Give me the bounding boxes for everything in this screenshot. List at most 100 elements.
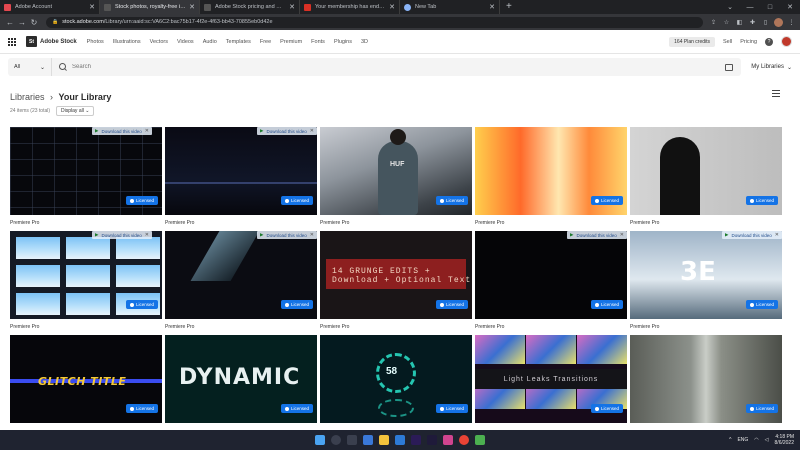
- app-icon[interactable]: [475, 435, 485, 445]
- language-indicator[interactable]: ENG: [737, 437, 748, 443]
- nav-3d[interactable]: 3D: [361, 39, 368, 45]
- search-icon[interactable]: [331, 435, 341, 445]
- download-bar[interactable]: ▶ Download this video ✕: [722, 231, 782, 239]
- nav-plugins[interactable]: Plugins: [334, 39, 352, 45]
- close-window-icon[interactable]: ✕: [780, 3, 800, 11]
- close-tab-icon[interactable]: ✕: [189, 3, 195, 11]
- maximize-icon[interactable]: □: [760, 4, 780, 11]
- chrome-icon[interactable]: [459, 435, 469, 445]
- licensed-badge[interactable]: Licensed: [435, 404, 468, 413]
- licensed-badge[interactable]: Licensed: [590, 404, 623, 413]
- licensed-badge[interactable]: Licensed: [590, 300, 623, 309]
- asset-card[interactable]: ▶ Download this video ✕ Licensed Premiere …: [475, 231, 627, 332]
- extension-icon[interactable]: ◧: [735, 19, 744, 26]
- close-tab-icon[interactable]: ✕: [489, 3, 495, 11]
- profile-avatar[interactable]: [774, 17, 783, 27]
- breadcrumb-libraries[interactable]: Libraries: [10, 92, 45, 102]
- browser-tab-stock-photos[interactable]: Stock photos, royalty-free images ✕: [100, 0, 200, 14]
- nav-videos[interactable]: Videos: [177, 39, 194, 45]
- after-effects-icon[interactable]: [427, 435, 437, 445]
- sidebar-icon[interactable]: ▯: [761, 19, 770, 26]
- asset-thumbnail[interactable]: Licensed: [630, 335, 782, 423]
- asset-card[interactable]: Light Leaks Transitions Licensed: [475, 335, 627, 423]
- app-icon[interactable]: [443, 435, 453, 445]
- download-bar[interactable]: ▶ Download this video ✕: [257, 127, 317, 135]
- asset-thumbnail[interactable]: ▶ Download this video ✕ Licensed: [475, 231, 627, 319]
- close-tab-icon[interactable]: ✕: [289, 3, 295, 11]
- store-icon[interactable]: [395, 435, 405, 445]
- camera-icon[interactable]: [725, 63, 734, 71]
- download-bar[interactable]: ▶ Download this video ✕: [92, 231, 152, 239]
- asset-card[interactable]: ▶ Download this video ✕ Licensed Premiere …: [165, 231, 317, 332]
- asset-card[interactable]: 58 Licensed: [320, 335, 472, 423]
- browser-tab-adobe-account[interactable]: Adobe Account ✕: [0, 0, 100, 14]
- download-bar[interactable]: ▶ Download this video ✕: [567, 231, 627, 239]
- browser-tab-gmail[interactable]: Your membership has ended - b ✕: [300, 0, 400, 14]
- volume-icon[interactable]: ◁: [765, 437, 769, 443]
- forward-arrow-icon[interactable]: →: [16, 18, 28, 27]
- nav-premium[interactable]: Premium: [280, 39, 302, 45]
- chevron-down-icon[interactable]: ⌄: [720, 3, 740, 11]
- premiere-icon[interactable]: [411, 435, 421, 445]
- asset-thumbnail[interactable]: 14 GRUNGE EDITS + Download + Optional Te…: [320, 231, 472, 319]
- licensed-badge[interactable]: Licensed: [435, 196, 468, 205]
- minimize-icon[interactable]: —: [740, 4, 760, 11]
- file-explorer-icon[interactable]: [379, 435, 389, 445]
- licensed-badge[interactable]: Licensed: [590, 196, 623, 205]
- kebab-menu-icon[interactable]: ⋮: [787, 19, 796, 26]
- nav-free[interactable]: Free: [260, 39, 271, 45]
- windows-start-icon[interactable]: [315, 435, 325, 445]
- search-scope-dropdown[interactable]: All ⌄: [8, 58, 52, 76]
- nav-templates[interactable]: Templates: [226, 39, 251, 45]
- asset-thumbnail[interactable]: Light Leaks Transitions Licensed: [475, 335, 627, 423]
- nav-fonts[interactable]: Fonts: [311, 39, 325, 45]
- nav-vectors[interactable]: Vectors: [150, 39, 168, 45]
- asset-card[interactable]: GLITCH TITLE Licensed: [10, 335, 162, 423]
- licensed-badge[interactable]: Licensed: [280, 196, 313, 205]
- asset-thumbnail[interactable]: 58 Licensed: [320, 335, 472, 423]
- asset-card[interactable]: Licensed Premiere Pro: [475, 127, 627, 228]
- wifi-icon[interactable]: ◠: [754, 437, 758, 443]
- close-tab-icon[interactable]: ✕: [89, 3, 95, 11]
- asset-card[interactable]: HUF Licensed Premiere Pro: [320, 127, 472, 228]
- licensed-badge[interactable]: Licensed: [125, 404, 158, 413]
- nav-photos[interactable]: Photos: [87, 39, 104, 45]
- asset-thumbnail[interactable]: Licensed: [630, 127, 782, 215]
- licensed-badge[interactable]: Licensed: [125, 300, 158, 309]
- plan-credits-badge[interactable]: 164 Plan credits: [669, 36, 716, 47]
- asset-thumbnail[interactable]: ▶ Download this video ✕ Licensed: [165, 231, 317, 319]
- asset-thumbnail[interactable]: GLITCH TITLE Licensed: [10, 335, 162, 423]
- licensed-badge[interactable]: Licensed: [745, 300, 778, 309]
- reload-icon[interactable]: ↻: [28, 18, 40, 27]
- close-tab-icon[interactable]: ✕: [389, 3, 395, 11]
- asset-card[interactable]: Licensed Premiere Pro: [630, 127, 782, 228]
- puzzle-icon[interactable]: ✚: [748, 19, 757, 26]
- asset-card[interactable]: Licensed: [630, 335, 782, 423]
- pricing-link[interactable]: Pricing: [740, 39, 757, 45]
- download-bar[interactable]: ▶ Download this video ✕: [257, 231, 317, 239]
- licensed-badge[interactable]: Licensed: [745, 404, 778, 413]
- asset-card[interactable]: ▶ Download this video ✕ Licensed Premiere …: [10, 231, 162, 332]
- asset-thumbnail[interactable]: HUF Licensed: [320, 127, 472, 215]
- user-avatar[interactable]: [781, 36, 792, 47]
- asset-card[interactable]: 3E ▶ Download this video ✕ Licensed Premie…: [630, 231, 782, 332]
- asset-card[interactable]: ▶ Download this video ✕ Licensed Premiere …: [165, 127, 317, 228]
- display-filter-dropdown[interactable]: Display all ⌄: [56, 106, 95, 116]
- new-tab-button[interactable]: +: [500, 0, 518, 14]
- apps-grid-icon[interactable]: [8, 37, 16, 46]
- search-input[interactable]: [68, 64, 726, 70]
- adobe-stock-logo[interactable]: St Adobe Stock: [26, 36, 77, 47]
- star-icon[interactable]: ☆: [722, 19, 731, 26]
- licensed-badge[interactable]: Licensed: [280, 404, 313, 413]
- asset-card[interactable]: 14 GRUNGE EDITS + Download + Optional Te…: [320, 231, 472, 332]
- download-bar[interactable]: ▶ Download this video ✕: [92, 127, 152, 135]
- asset-thumbnail[interactable]: ▶ Download this video ✕ Licensed: [10, 231, 162, 319]
- share-icon[interactable]: ⇪: [709, 19, 718, 26]
- widgets-icon[interactable]: [363, 435, 373, 445]
- asset-thumbnail[interactable]: Licensed: [475, 127, 627, 215]
- asset-card[interactable]: ▶ Download this video ✕ Licensed Premiere …: [10, 127, 162, 228]
- nav-audio[interactable]: Audio: [203, 39, 217, 45]
- asset-thumbnail[interactable]: ▶ Download this video ✕ Licensed: [165, 127, 317, 215]
- licensed-badge[interactable]: Licensed: [745, 196, 778, 205]
- licensed-badge[interactable]: Licensed: [125, 196, 158, 205]
